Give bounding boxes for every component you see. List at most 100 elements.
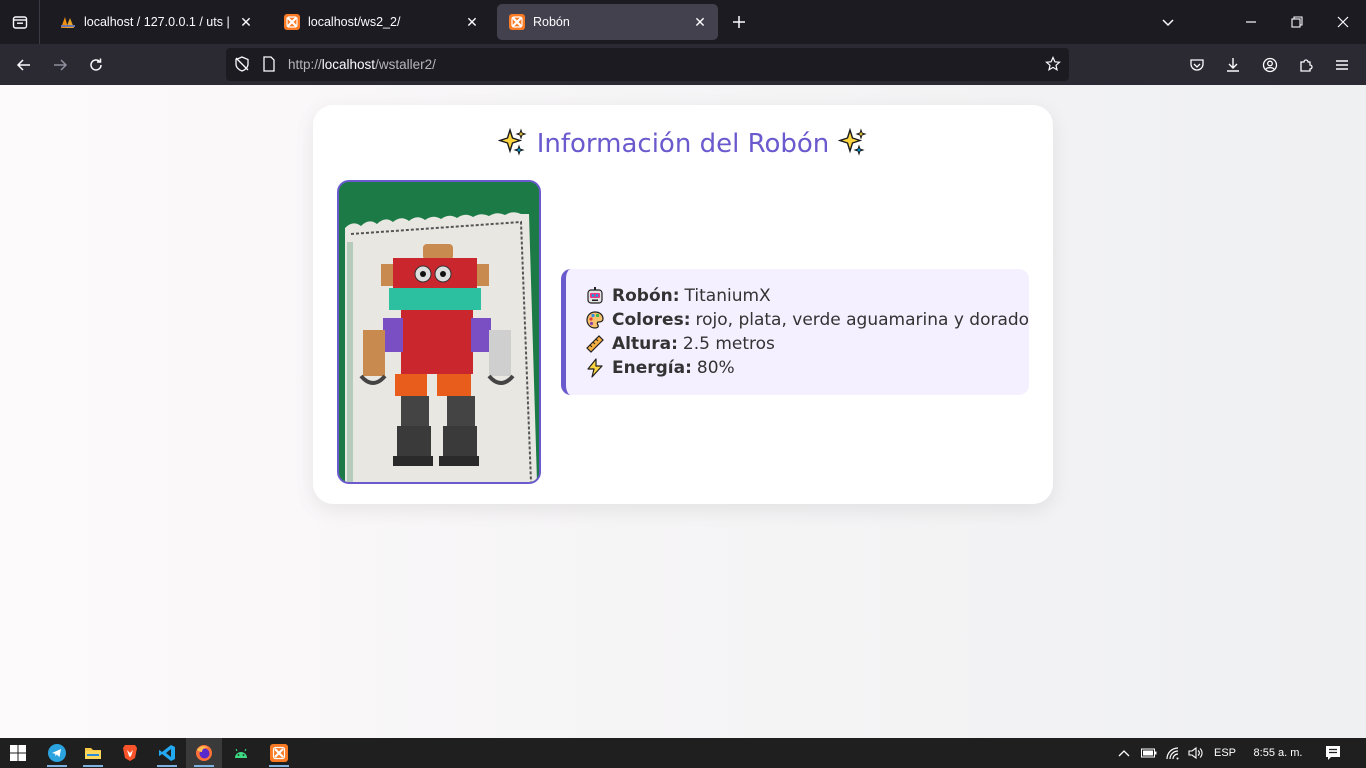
url-text[interactable]: http://localhost/wstaller2/ xyxy=(288,57,436,72)
field-height: Altura: 2.5 metros xyxy=(584,332,1029,356)
restore-icon xyxy=(1291,16,1303,28)
reload-button[interactable] xyxy=(82,51,110,79)
phpmyadmin-icon xyxy=(60,14,76,30)
windows-logo-icon xyxy=(10,745,26,761)
field-value: rojo, plata, verde aguamarina y dorado xyxy=(695,310,1030,330)
downloads-button[interactable] xyxy=(1219,51,1247,79)
windows-taskbar: ESP 8:55 a. m. xyxy=(0,738,1366,768)
tab-strip: localhost / 127.0.0.1 / uts | phpMyAdmin… xyxy=(0,0,1366,44)
field-value: TitaniumX xyxy=(684,286,771,306)
field-label: Energía: xyxy=(612,358,692,378)
telegram-icon xyxy=(48,744,66,762)
sparkles-icon xyxy=(837,127,868,159)
firefox-icon xyxy=(196,745,212,761)
tab-close-button[interactable]: ✕ xyxy=(692,14,708,30)
navigation-toolbar: http://localhost/wstaller2/ xyxy=(0,44,1366,85)
tab-title: localhost/ws2_2/ xyxy=(308,15,401,29)
new-tab-button[interactable] xyxy=(728,11,750,33)
battery-status[interactable] xyxy=(1138,738,1160,768)
restore-button[interactable] xyxy=(1274,0,1320,44)
hamburger-menu-icon xyxy=(1336,60,1348,70)
robot-emoji-icon xyxy=(584,285,606,307)
vscode-icon xyxy=(159,745,175,761)
android-icon xyxy=(235,748,247,758)
title-text: Información del Robón xyxy=(536,129,830,159)
chevron-down-icon xyxy=(1162,19,1174,27)
clock-time: 8:55 a. m. xyxy=(1253,747,1303,759)
lightning-emoji-icon xyxy=(584,357,606,379)
tab-robon[interactable]: Robón ✕ xyxy=(497,4,718,40)
taskbar-xampp[interactable] xyxy=(261,738,297,768)
robot-info-card: Información del Robón Robón: TitaniumX C… xyxy=(313,105,1053,504)
start-button[interactable] xyxy=(0,738,36,768)
plus-icon xyxy=(733,16,745,28)
taskbar-android-studio[interactable] xyxy=(223,738,259,768)
close-window-button[interactable] xyxy=(1320,0,1366,44)
xampp-icon xyxy=(284,14,300,30)
field-value: 2.5 metros xyxy=(682,334,775,354)
sparkles-icon xyxy=(498,127,536,159)
language-label: ESP xyxy=(1213,747,1236,759)
url-scheme: http:// xyxy=(288,57,322,72)
wifi-status[interactable] xyxy=(1162,738,1184,768)
tab-close-button[interactable]: ✕ xyxy=(238,14,254,30)
list-all-tabs-button[interactable] xyxy=(1145,0,1191,44)
brave-icon xyxy=(123,745,137,761)
wifi-icon xyxy=(1166,747,1179,760)
field-energy: Energía: 80% xyxy=(584,356,1029,380)
tab-close-button[interactable]: ✕ xyxy=(464,14,480,30)
arrow-left-icon xyxy=(16,59,30,71)
field-label: Colores: xyxy=(612,310,691,330)
tab-ws2[interactable]: localhost/ws2_2/ ✕ xyxy=(272,4,490,40)
arrow-right-icon xyxy=(54,59,68,71)
field-label: Altura: xyxy=(612,334,678,354)
page-info-icon[interactable] xyxy=(262,56,276,77)
robot-photo xyxy=(337,180,541,484)
clock[interactable]: 8:55 a. m. xyxy=(1246,738,1310,768)
pocket-button[interactable] xyxy=(1183,51,1211,79)
taskbar-vscode[interactable] xyxy=(149,738,185,768)
taskbar-brave[interactable] xyxy=(112,738,148,768)
menu-button[interactable] xyxy=(1328,51,1356,79)
notification-icon xyxy=(1326,746,1340,760)
field-value: 80% xyxy=(696,358,735,378)
reload-icon xyxy=(90,58,102,71)
tracking-protection-icon[interactable] xyxy=(234,56,250,77)
tab-overview-icon xyxy=(12,16,27,29)
chevron-up-icon xyxy=(1118,750,1130,757)
ruler-emoji-icon xyxy=(584,333,606,355)
volume-control[interactable] xyxy=(1185,738,1207,768)
forward-button[interactable] xyxy=(46,51,74,79)
address-bar[interactable]: http://localhost/wstaller2/ xyxy=(226,48,1069,81)
taskbar-file-explorer[interactable] xyxy=(75,738,111,768)
xampp-icon xyxy=(270,744,288,762)
tab-phpmyadmin[interactable]: localhost / 127.0.0.1 / uts | phpMyAdmin… xyxy=(48,4,264,40)
close-icon xyxy=(1337,16,1349,28)
download-icon xyxy=(1227,58,1239,72)
taskbar-firefox[interactable] xyxy=(186,738,222,768)
tab-title: localhost / 127.0.0.1 / uts | phpMyAdmin xyxy=(84,15,232,29)
page-viewport: Información del Robón Robón: TitaniumX C… xyxy=(0,85,1366,738)
pocket-icon xyxy=(1190,59,1204,71)
field-label: Robón: xyxy=(612,286,680,306)
account-icon xyxy=(1262,57,1278,73)
folder-icon xyxy=(85,748,101,759)
back-button[interactable] xyxy=(10,51,38,79)
notification-center-button[interactable] xyxy=(1320,738,1346,768)
field-name: Robón: TitaniumX xyxy=(584,284,1029,308)
palette-emoji-icon xyxy=(584,309,606,331)
show-hidden-icons-button[interactable] xyxy=(1114,738,1134,768)
xampp-icon xyxy=(509,14,525,30)
puzzle-icon xyxy=(1300,59,1313,72)
bookmark-star-icon[interactable] xyxy=(1045,56,1061,77)
extensions-button[interactable] xyxy=(1292,51,1320,79)
battery-icon xyxy=(1141,748,1157,758)
page-title: Información del Robón xyxy=(313,127,1053,159)
url-host: localhost xyxy=(321,57,376,72)
minimize-button[interactable] xyxy=(1228,0,1274,44)
taskbar-telegram[interactable] xyxy=(39,738,75,768)
input-language[interactable]: ESP xyxy=(1210,738,1240,768)
url-path: /wstaller2/ xyxy=(375,57,436,72)
tab-overview-button[interactable] xyxy=(0,0,40,44)
account-button[interactable] xyxy=(1256,51,1284,79)
